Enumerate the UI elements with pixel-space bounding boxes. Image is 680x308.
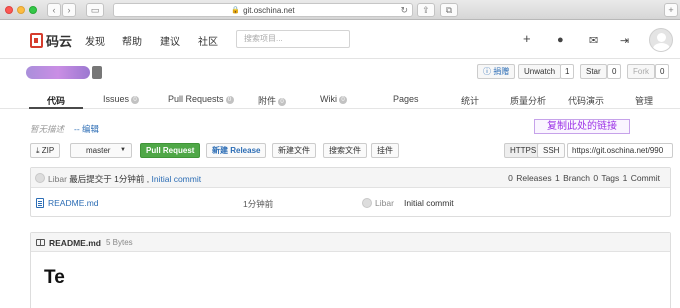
site-header: 码云 发现 帮助 建议 社区 搜索项目... + ● ✉ ⇥: [0, 21, 680, 59]
latest-commit-panel: Libar 最后提交于 1分钟前 , Initial commit 0 Rele…: [30, 167, 671, 217]
avatar[interactable]: [649, 28, 673, 52]
share-button[interactable]: ⇪: [417, 3, 435, 17]
book-icon: [36, 239, 45, 246]
star-button[interactable]: Star: [580, 64, 607, 79]
donate-label: 捐赠: [493, 67, 510, 76]
user-icon[interactable]: ●: [557, 34, 564, 46]
tab-demo[interactable]: 代码演示: [568, 94, 604, 107]
file-commit-message[interactable]: Initial commit: [404, 198, 454, 208]
star-count[interactable]: 0: [607, 64, 622, 79]
plus-icon[interactable]: +: [523, 31, 531, 46]
tab-attachments[interactable]: 附件 0: [258, 94, 287, 107]
issues-count-badge: 0: [131, 96, 140, 104]
attachments-count-badge: 0: [278, 98, 287, 106]
site-logo[interactable]: 码云: [30, 31, 72, 50]
repo-title-redacted: [26, 66, 90, 79]
tab-issues[interactable]: Issues 0: [103, 94, 140, 104]
chevron-right-icon: ›: [67, 5, 71, 15]
tab-wiki[interactable]: Wiki 0: [320, 94, 347, 104]
tab-pull-requests[interactable]: Pull Requests 0: [168, 94, 234, 104]
commit-header: Libar 最后提交于 1分钟前 , Initial commit 0 Rele…: [31, 168, 670, 188]
unwatch-button[interactable]: Unwatch: [518, 64, 562, 79]
tab-quality[interactable]: 质量分析: [510, 94, 546, 107]
download-icon: ⤓: [36, 146, 40, 155]
readme-size: 5 Bytes: [106, 238, 133, 247]
branch-label: master: [86, 146, 111, 155]
commit-time-text: 最后提交于 1分钟前 ,: [69, 174, 150, 184]
fork-count[interactable]: 0: [655, 64, 670, 79]
donate-button[interactable]: ⓘ 捐赠: [477, 64, 516, 79]
nav-discover[interactable]: 发现: [85, 33, 105, 48]
watch-count[interactable]: 1: [560, 64, 575, 79]
file-commit-time: 1分钟前: [243, 199, 274, 209]
repo-stats[interactable]: 0 Releases 1 Branch 0 Tags 1 Commit: [508, 173, 660, 183]
copy-link-annotation: 复制此处的链接: [534, 119, 630, 134]
repo-tabs: 代码 Issues 0 Pull Requests 0 附件 0 Wiki 0 Page…: [0, 91, 680, 109]
avatar[interactable]: [35, 173, 45, 183]
file-commit-author[interactable]: Libar: [375, 198, 394, 208]
avatar[interactable]: [362, 198, 372, 208]
address-url: git.oschina.net: [243, 5, 295, 15]
zoom-window-button[interactable]: [29, 6, 37, 14]
wiki-count-badge: 0: [339, 96, 347, 104]
forward-button[interactable]: ›: [62, 3, 76, 17]
tabs-overview-button[interactable]: ⧉: [440, 3, 458, 17]
tab-stats[interactable]: 统计: [461, 94, 479, 107]
clone-url-input[interactable]: https://git.oschina.net/990: [567, 143, 673, 158]
close-window-button[interactable]: [5, 6, 13, 14]
branch-select[interactable]: master ▼: [70, 143, 132, 158]
commit-message-link[interactable]: Initial commit: [151, 174, 201, 184]
sign-out-icon[interactable]: ⇥: [620, 34, 629, 47]
nav-community[interactable]: 社区: [198, 33, 218, 48]
nav-suggest[interactable]: 建议: [160, 33, 180, 48]
chevron-left-icon: ‹: [52, 5, 56, 15]
file-icon: [36, 198, 44, 208]
zip-label: ZIP: [41, 146, 55, 155]
browser-toolbar: ‹ › ▭ 🔒 git.oschina.net ↻ ⇪ ⧉ +: [0, 0, 680, 20]
readme-content: Te: [44, 267, 65, 288]
reload-icon[interactable]: ↻: [400, 5, 408, 16]
logo-icon: [30, 33, 43, 48]
tabs-icon: ⧉: [445, 4, 453, 15]
readme-header: README.md 5 Bytes: [31, 233, 670, 252]
minimize-window-button[interactable]: [17, 6, 25, 14]
pr-count-badge: 0: [225, 96, 234, 104]
download-zip-button[interactable]: ⤓ ZIP: [30, 143, 61, 158]
tab-pages[interactable]: Pages: [393, 94, 419, 104]
commit-summary: Libar 最后提交于 1分钟前 , Initial commit: [48, 173, 201, 185]
donate-icon: ⓘ: [483, 67, 491, 76]
active-tab-indicator: [29, 107, 83, 109]
plus-icon: +: [668, 5, 674, 15]
sidebar-icon: ▭: [90, 4, 100, 15]
project-search-input[interactable]: 搜索项目...: [236, 30, 350, 48]
nav-help[interactable]: 帮助: [122, 33, 142, 48]
search-file-button[interactable]: 搜索文件: [323, 143, 367, 158]
ssh-toggle[interactable]: SSH: [537, 143, 566, 158]
widget-button[interactable]: 挂件: [371, 143, 399, 158]
back-button[interactable]: ‹: [47, 3, 61, 17]
repo-title-redacted-mark: [92, 66, 102, 79]
new-tab-button[interactable]: +: [664, 3, 678, 17]
tab-admin[interactable]: 管理: [635, 94, 653, 107]
table-row[interactable]: README.md 1分钟前 Libar Initial commit: [31, 193, 670, 213]
file-name-link[interactable]: README.md: [48, 198, 99, 208]
mail-icon[interactable]: ✉: [589, 34, 598, 47]
logo-text: 码云: [46, 34, 73, 49]
readme-title: README.md: [49, 238, 101, 248]
repo-description: 暂无描述: [30, 124, 65, 134]
caret-down-icon: ▼: [120, 147, 126, 153]
commit-author[interactable]: Libar: [48, 174, 67, 184]
new-release-button[interactable]: 新建 Release: [206, 143, 267, 158]
new-file-button[interactable]: 新建文件: [272, 143, 316, 158]
address-bar[interactable]: 🔒 git.oschina.net ↻: [113, 3, 413, 17]
fork-button[interactable]: Fork: [627, 64, 655, 79]
share-icon: ⇪: [422, 4, 430, 15]
edit-description-link[interactable]: -- 编辑: [74, 123, 99, 135]
readme-panel: README.md 5 Bytes Te: [30, 232, 671, 308]
pull-request-button[interactable]: Pull Request: [140, 143, 201, 158]
sidebar-toggle-button[interactable]: ▭: [86, 3, 104, 17]
lock-icon: 🔒: [231, 7, 241, 14]
tab-code[interactable]: 代码: [47, 94, 65, 107]
